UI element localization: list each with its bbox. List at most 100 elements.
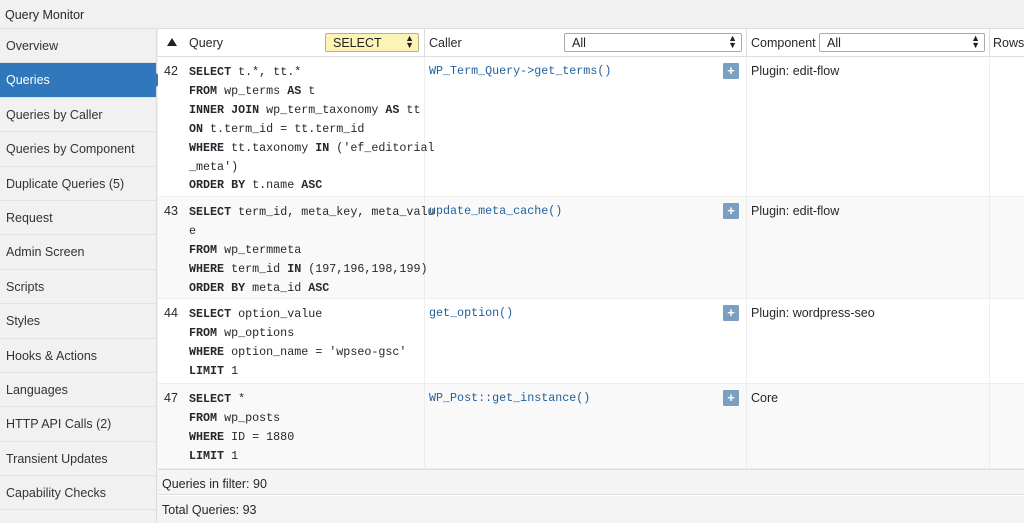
window-title: Query Monitor — [0, 0, 1024, 29]
total-queries: Total Queries: 93 — [158, 496, 1024, 523]
sidebar-item-queries-by-component[interactable]: Queries by Component — [0, 132, 156, 167]
component-filter-select[interactable]: All ▲ ▼ — [819, 33, 985, 52]
query-type-filter-select[interactable]: SELECT ▲ ▼ — [325, 33, 419, 52]
sidebar-item-request[interactable]: Request — [0, 201, 156, 236]
sql-text: _meta') — [189, 159, 239, 174]
sql-keyword: AS — [385, 102, 400, 117]
sql-line: FROM wp_termmeta — [189, 241, 435, 260]
sql-text: tt — [399, 102, 421, 117]
sql-keyword: SELECT — [189, 392, 232, 406]
sql-keyword: ON — [189, 121, 204, 136]
caller-filter-select[interactable]: All ▲ ▼ — [564, 33, 742, 52]
sidebar-item-languages[interactable]: Languages — [0, 373, 156, 408]
sql-keyword: ORDER BY — [189, 280, 246, 295]
sidebar-item-admin-screen[interactable]: Admin Screen — [0, 235, 156, 270]
table-cell — [990, 197, 1024, 298]
query-type-filter-value: SELECT — [333, 36, 382, 50]
sql-query: SELECT * FROM wp_posts WHERE ID = 1880 LIMI… — [189, 390, 294, 466]
sql-line: INNER JOIN wp_term_taxonomy AS tt — [189, 101, 435, 120]
sidebar-item-transient-updates[interactable]: Transient Updates — [0, 442, 156, 477]
table-row: 47 SELECT * FROM wp_posts WHERE ID = 1880 LI… — [158, 384, 1024, 469]
caller-column-label: Caller — [429, 36, 462, 50]
query-number: 44 — [164, 306, 178, 320]
table-row: 42 SELECT t.*, tt.* FROM wp_terms AS t INNE… — [158, 57, 1024, 197]
sql-keyword: ASC — [301, 178, 323, 193]
query-number: 47 — [164, 391, 178, 405]
sidebar-item-hooks-actions[interactable]: Hooks & Actions — [0, 339, 156, 373]
select-arrows-icon: ▲ ▼ — [405, 33, 414, 50]
sql-keyword: SELECT — [189, 205, 232, 219]
caller-filter-value: All — [572, 36, 586, 50]
sql-keyword: SELECT — [189, 307, 232, 321]
component-name: Plugin: edit-flow — [751, 64, 840, 78]
sidebar-nav: Overview Queries Queries by Caller Queries … — [0, 29, 164, 523]
sql-query: SELECT term_id, meta_key, meta_value FROM… — [189, 203, 435, 298]
sql-text: wp_options — [217, 325, 295, 340]
sql-line: FROM wp_posts — [189, 409, 294, 428]
table-cell — [990, 384, 1024, 468]
sql-text: e — [189, 223, 197, 238]
select-arrows-icon: ▲ ▼ — [971, 33, 980, 50]
sidebar-item-capability-checks[interactable]: Capability Checks — [0, 476, 156, 511]
sql-line: e — [189, 222, 435, 241]
sidebar-item-scripts[interactable]: Scripts — [0, 270, 156, 305]
caller-link[interactable]: get_option() — [429, 306, 513, 320]
sidebar-item-styles[interactable]: Styles — [0, 304, 156, 339]
sql-text: 1 — [224, 363, 239, 378]
sql-line: SELECT option_value — [189, 305, 406, 324]
sql-keyword: AS — [287, 83, 302, 98]
sql-text: option_name = 'wpseo-gsc' — [224, 344, 407, 359]
sql-line: FROM wp_terms AS t — [189, 82, 435, 101]
sql-keyword: LIMIT — [189, 363, 225, 378]
table-header: Query SELECT ▲ ▼ Caller All ▲ ▼ Component … — [158, 29, 1024, 57]
sql-line: FROM wp_options — [189, 324, 406, 343]
rows-column-label[interactable]: Rows — [993, 36, 1024, 50]
sql-text: wp_term_taxonomy — [259, 102, 386, 117]
sql-text: wp_termmeta — [217, 242, 302, 257]
sql-line: ORDER BY t.name ASC — [189, 176, 435, 195]
sql-text: option_value — [231, 307, 323, 321]
component-name: Core — [751, 391, 779, 405]
table-cell — [990, 299, 1024, 383]
sort-ascending-icon[interactable] — [167, 38, 177, 46]
sidebar-item-overview[interactable]: Overview — [0, 29, 156, 64]
sql-text: meta_id — [245, 280, 309, 295]
sidebar-item-duplicate-queries-5[interactable]: Duplicate Queries (5) — [0, 167, 156, 201]
sql-query: SELECT option_value FROM wp_options WHERE … — [189, 305, 406, 381]
sql-text: wp_posts — [217, 410, 281, 425]
component-name: Plugin: wordpress-seo — [751, 306, 875, 320]
sql-line: _meta') — [189, 158, 435, 177]
expand-caller-button[interactable]: + — [723, 390, 739, 406]
expand-caller-button[interactable]: + — [723, 203, 739, 219]
queries-in-filter: Queries in filter: 90 — [158, 469, 1024, 495]
caller-link[interactable]: update_meta_cache() — [429, 204, 562, 218]
select-arrows-icon: ▲ ▼ — [728, 33, 737, 50]
component-filter-value: All — [827, 36, 841, 50]
expand-caller-button[interactable]: + — [723, 305, 739, 321]
caller-link[interactable]: WP_Post::get_instance() — [429, 391, 590, 405]
sql-line: WHERE option_name = 'wpseo-gsc' — [189, 343, 406, 362]
sql-text: (197,196,198,199) — [301, 261, 428, 276]
sql-keyword: ASC — [308, 280, 330, 295]
caller-link[interactable]: WP_Term_Query->get_terms() — [429, 64, 611, 78]
sql-line: WHERE ID = 1880 — [189, 428, 294, 447]
sql-text: t — [301, 83, 316, 98]
sql-line: WHERE term_id IN (197,196,198,199) — [189, 260, 435, 279]
sql-text: ID = 1880 — [224, 429, 295, 444]
caller-column-header: Caller All ▲ ▼ — [425, 29, 747, 57]
sql-line: ON t.term_id = tt.term_id — [189, 120, 435, 139]
sidebar-item-queries[interactable]: Queries — [0, 63, 164, 98]
sql-text: tt.taxonomy — [224, 140, 316, 155]
sql-keyword: WHERE — [189, 429, 225, 444]
sql-keyword: FROM — [189, 83, 218, 98]
sidebar-item-queries-by-caller[interactable]: Queries by Caller — [0, 98, 156, 133]
expand-caller-button[interactable]: + — [723, 63, 739, 79]
sql-text: term_id — [224, 261, 288, 276]
sql-text: t.name — [245, 178, 302, 193]
sql-line: LIMIT 1 — [189, 447, 294, 466]
table-row: 43 SELECT term_id, meta_key, meta_valu e FR… — [158, 197, 1024, 299]
sidebar-item-http-api-calls-2[interactable]: HTTP API Calls (2) — [0, 407, 156, 442]
sql-text: term_id, meta_key, meta_valu — [231, 205, 435, 219]
sql-keyword: FROM — [189, 410, 218, 425]
sql-line: LIMIT 1 — [189, 362, 406, 381]
